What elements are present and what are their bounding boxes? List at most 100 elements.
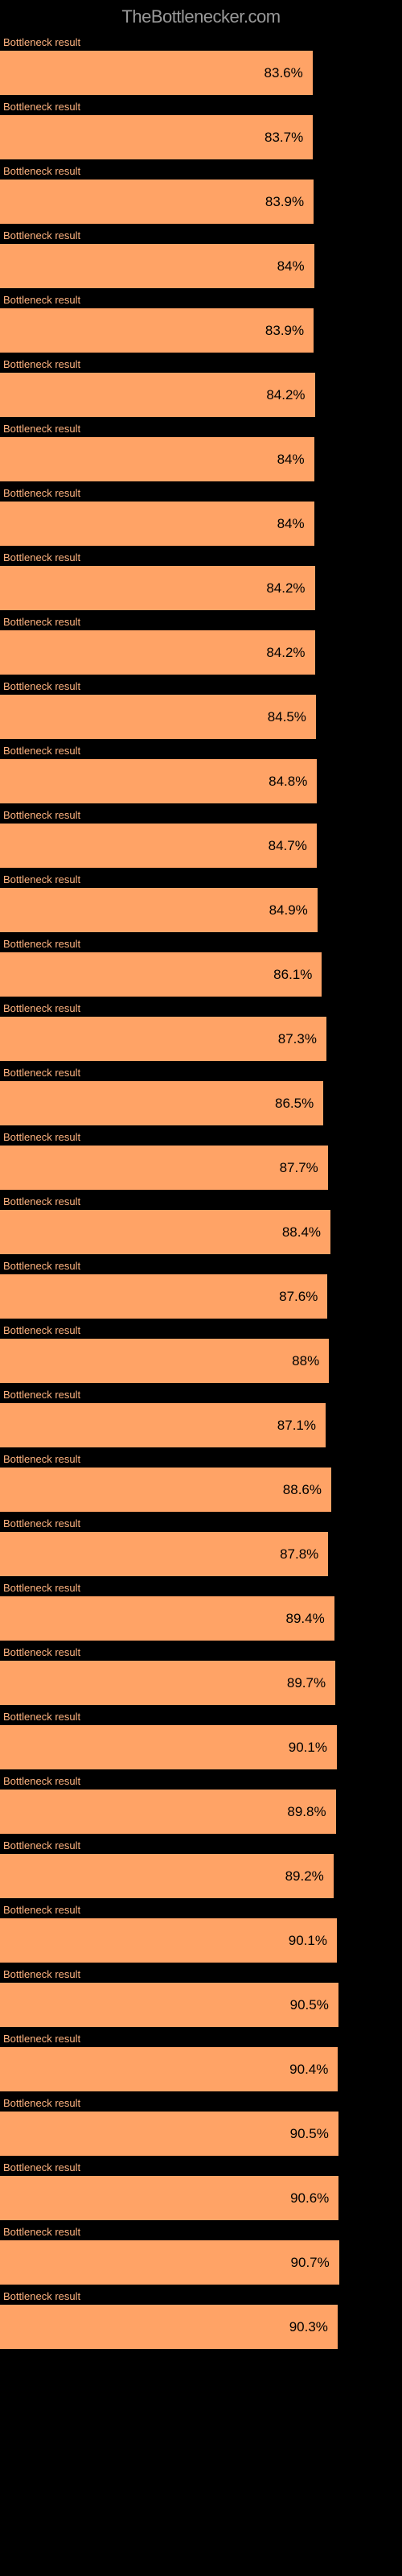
bar-label: Bottleneck result [3,551,80,564]
bar-label: Bottleneck result [3,680,80,692]
bar-fill: 86.5% [0,1081,323,1125]
bar-value: 87.6% [279,1289,318,1305]
bar-label-area: Bottleneck result [0,1834,402,1854]
bar-row: Bottleneck result86.5% [0,1061,402,1125]
bar-label-area: Bottleneck result [0,1898,402,1918]
bar-label: Bottleneck result [3,1260,80,1272]
bar-label-area: Bottleneck result [0,1254,402,1274]
bar-label-area: Bottleneck result [0,868,402,888]
header: TheBottlenecker.com [0,0,402,31]
bar-visual-row: 84% [0,437,402,481]
bar-row: Bottleneck result 83.6% [0,31,402,95]
bar-fill: 87.7% [0,1146,328,1190]
bar-value: 89.7% [287,1675,326,1691]
bar-fill: 88.6% [0,1468,331,1512]
bar-row: Bottleneck result 84.8% [0,739,402,803]
bar-value: 87.3% [278,1031,317,1047]
bar-visual-row: 84.8% [0,759,402,803]
bar-row: Bottleneck result88% [0,1319,402,1383]
bottleneck-chart: Bottleneck result83.6%Bottleneck result8… [0,31,402,2349]
bar-label-area: Bottleneck result [0,2091,402,2112]
bar-fill: 84% [0,437,314,481]
bar-label-area: Bottleneck result [0,288,402,308]
bar-visual-row: 90.1% [0,1725,402,1769]
bar-fill: 84.7% [0,824,317,868]
bar-label: Bottleneck result [3,423,80,435]
bar-label: Bottleneck result [3,938,80,950]
bar-visual-row: 87.7% [0,1146,402,1190]
bar-label-area: Bottleneck result [0,803,402,824]
bar-label-area: Bottleneck result [0,610,402,630]
bar-visual-row: 90.7% [0,2240,402,2285]
bar-fill: 90.7% [0,2240,339,2285]
bar-label-area: Bottleneck result [0,2220,402,2240]
bar-value: 88% [292,1353,319,1369]
bar-value: 90.5% [290,1997,329,2013]
bar-fill: 84% [0,244,314,288]
bar-visual-row: 87.6% [0,1274,402,1319]
bar-value: 90.4% [289,2062,328,2078]
bar-fill: 90.6% [0,2176,338,2220]
bar-row: Bottleneck result 90.1% [0,1705,402,1769]
bar-label-area: Bottleneck result [0,1769,402,1790]
bar-label-area: Bottleneck result [0,2027,402,2047]
bar-label: Bottleneck result [3,1389,80,1401]
bar-value: 84.5% [268,709,306,725]
bar-value: 90.6% [290,2190,329,2207]
bar-visual-row: 90.6% [0,2176,402,2220]
bar-label-area: Bottleneck result [0,1576,402,1596]
bar-row: Bottleneck result 89.7% [0,1641,402,1705]
bar-label-area: Bottleneck result [0,224,402,244]
bar-label-area: Bottleneck result [0,1190,402,1210]
bar-visual-row: 89.8% [0,1790,402,1834]
bar-row: Bottleneck result 83.9% [0,159,402,224]
bar-visual-row: 84.5% [0,695,402,739]
bar-visual-row: 90.3% [0,2305,402,2349]
bar-fill: 87.3% [0,1017,326,1061]
bar-visual-row: 86.5% [0,1081,402,1125]
bar-fill: 89.7% [0,1661,335,1705]
bar-visual-row: 86.1% [0,952,402,997]
bar-row: Bottleneck result83.9% [0,288,402,353]
bar-fill: 90.1% [0,1918,337,1963]
bar-label-area: Bottleneck result [0,95,402,115]
bar-label-area: Bottleneck result [0,353,402,373]
bar-visual-row: 84.7% [0,824,402,868]
bar-value: 86.5% [275,1096,314,1112]
bar-label: Bottleneck result [3,873,80,886]
bar-row: Bottleneck result90.5% [0,2091,402,2156]
bar-visual-row: 87.3% [0,1017,402,1061]
bar-fill: 89.2% [0,1854,334,1898]
bar-row: Bottleneck result 84.2% [0,546,402,610]
bar-label: Bottleneck result [3,165,80,177]
bar-value: 84.2% [266,387,305,403]
bar-label-area: Bottleneck result [0,739,402,759]
bar-label: Bottleneck result [3,1839,80,1852]
bar-value: 87.7% [280,1160,318,1176]
bar-value: 84.2% [266,580,305,597]
bar-visual-row: 83.9% [0,180,402,224]
bar-label: Bottleneck result [3,745,80,757]
bar-fill: 90.5% [0,1983,338,2027]
bar-fill: 90.5% [0,2112,338,2156]
bar-fill: 89.4% [0,1596,334,1641]
bar-value: 84.2% [266,645,305,661]
bar-label-area: Bottleneck result [0,1641,402,1661]
bar-visual-row: 83.6% [0,51,402,95]
bar-visual-row: 88% [0,1339,402,1383]
bar-label: Bottleneck result [3,1582,80,1594]
bar-fill: 90.3% [0,2305,338,2349]
bar-row: Bottleneck result 84.2% [0,610,402,675]
bar-label: Bottleneck result [3,1711,80,1723]
bar-visual-row: 83.7% [0,115,402,159]
bar-label: Bottleneck result [3,1904,80,1916]
bar-label-area: Bottleneck result [0,2285,402,2305]
bar-row: Bottleneck result 84.2% [0,353,402,417]
bar-row: Bottleneck result 84% [0,417,402,481]
bar-label: Bottleneck result [3,36,80,48]
bar-fill: 83.9% [0,180,314,224]
bar-label-area: Bottleneck result [0,546,402,566]
bar-label: Bottleneck result [3,2161,80,2174]
bar-label: Bottleneck result [3,1517,80,1530]
bar-row: Bottleneck result90.5% [0,1963,402,2027]
